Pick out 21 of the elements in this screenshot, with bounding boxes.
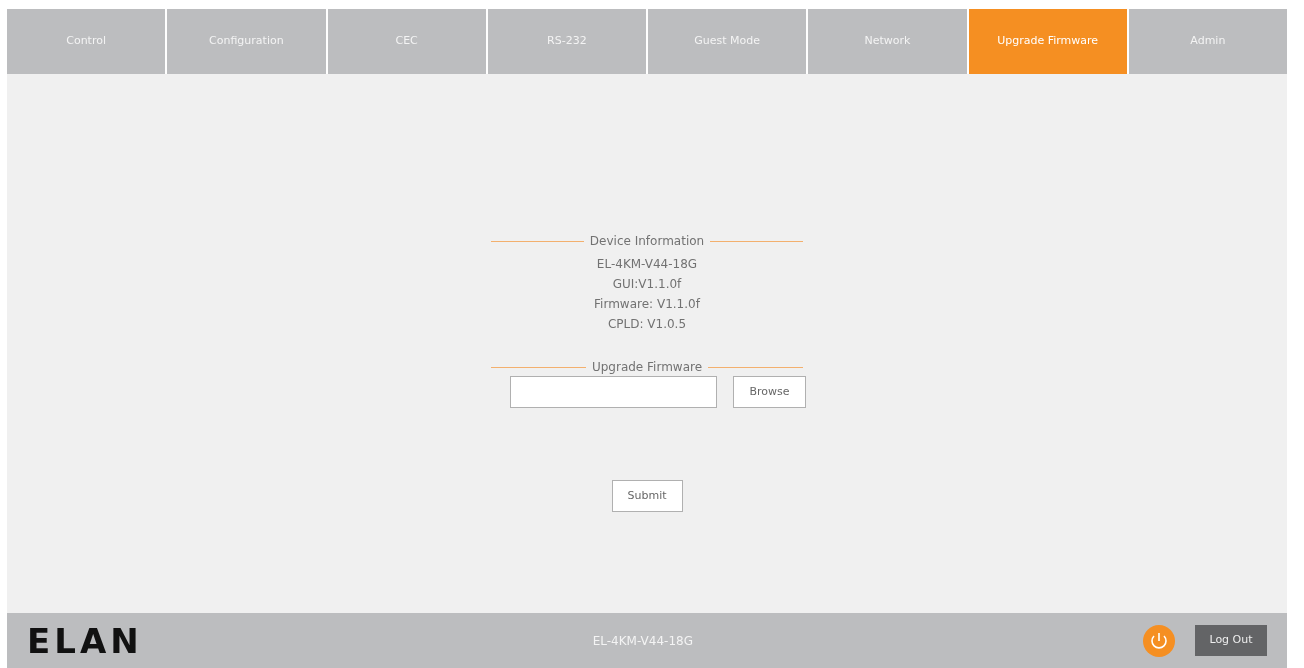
- nav-tab[interactable]: Admin: [1128, 9, 1287, 74]
- browse-button[interactable]: Browse: [733, 376, 806, 408]
- power-icon[interactable]: [1143, 624, 1175, 657]
- device-model: EL-4KM-V44-18G: [591, 632, 694, 650]
- file-field[interactable]: [510, 376, 717, 408]
- info-text: EL-4KM-V44-18G: [596, 256, 698, 273]
- nav-tab[interactable]: Configuration: [167, 9, 326, 74]
- nav-tab[interactable]: Control: [7, 9, 166, 74]
- nav-tab[interactable]: CEC: [327, 9, 486, 74]
- info-text: CPLD: V1.0.5: [607, 316, 687, 333]
- submit-button[interactable]: Submit: [611, 480, 683, 512]
- logout-button[interactable]: Log Out: [1195, 625, 1267, 656]
- nav-tab[interactable]: Network: [808, 9, 967, 74]
- logo: ELAN: [27, 623, 143, 658]
- info-text: Firmware: V1.1.0f: [594, 296, 700, 313]
- nav-tab[interactable]: Guest Mode: [648, 9, 807, 74]
- section-heading: Device Information: [589, 233, 705, 250]
- nav-tab[interactable]: Upgrade Firmware: [968, 9, 1127, 74]
- nav-tab[interactable]: RS-232: [487, 9, 646, 74]
- section-heading: Upgrade Firmware: [591, 359, 703, 376]
- info-text: GUI:V1.1.0f: [612, 276, 682, 293]
